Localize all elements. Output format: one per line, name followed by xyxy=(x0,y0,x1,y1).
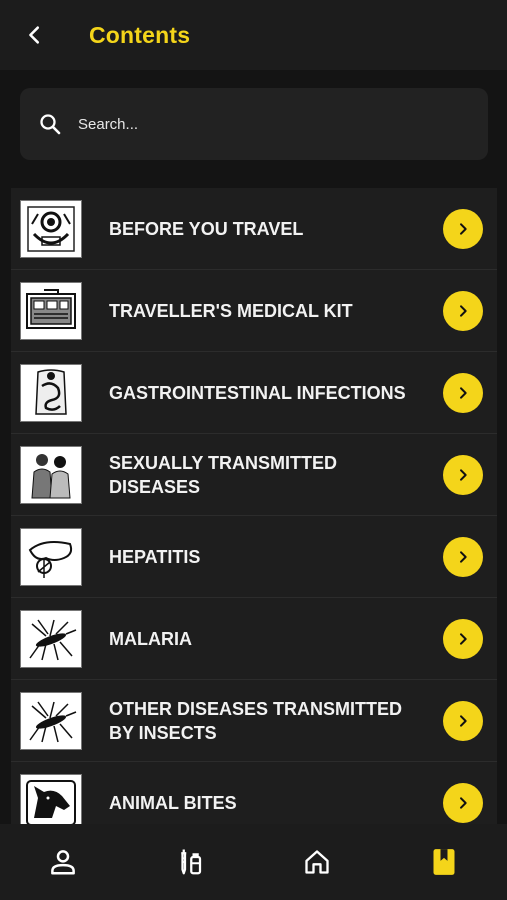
list-item[interactable]: BEFORE YOU TRAVEL xyxy=(11,188,497,270)
list-item[interactable]: OTHER DISEASES TRANSMITTED BY INSECTS xyxy=(11,680,497,762)
liver-icon xyxy=(20,527,82,586)
list-item-label: ANIMAL BITES xyxy=(109,792,237,813)
search-input[interactable] xyxy=(78,115,458,133)
list-item-label: HEPATITIS xyxy=(109,546,201,567)
chevron-right-icon[interactable] xyxy=(443,454,483,495)
list-item-label: BEFORE YOU TRAVEL xyxy=(109,218,304,239)
couple-icon xyxy=(20,445,82,504)
list-item-label: TRAVELLER'S MEDICAL KIT xyxy=(109,300,353,321)
search-bar[interactable] xyxy=(20,88,488,160)
page-title: Contents xyxy=(89,21,191,48)
stethoscope-icon xyxy=(20,199,82,258)
list-item[interactable]: SEXUALLY TRANSMITTED DISEASES xyxy=(11,434,497,516)
medical-kit-icon xyxy=(20,281,82,340)
list-item[interactable]: GASTROINTESTINAL INFECTIONS xyxy=(11,352,497,434)
dog-icon xyxy=(20,773,82,824)
list-item[interactable]: HEPATITIS xyxy=(11,516,497,598)
list-item-label: SEXUALLY TRANSMITTED DISEASES xyxy=(109,452,338,497)
nav-vaccines-button[interactable] xyxy=(160,832,220,892)
bookmark-book-icon xyxy=(433,849,455,875)
chevron-right-icon[interactable] xyxy=(443,208,483,249)
home-icon xyxy=(305,850,329,874)
search-icon xyxy=(38,112,62,136)
list-item-label: OTHER DISEASES TRANSMITTED BY INSECTS xyxy=(109,698,403,743)
nav-profile-button[interactable] xyxy=(33,832,93,892)
chevron-right-icon[interactable] xyxy=(443,700,483,741)
mosquito-icon xyxy=(20,691,82,750)
list-item[interactable]: ANIMAL BITES xyxy=(11,762,497,824)
chevron-right-icon[interactable] xyxy=(443,536,483,577)
chevron-right-icon[interactable] xyxy=(443,290,483,331)
nav-home-button[interactable] xyxy=(287,832,347,892)
list-item-label: GASTROINTESTINAL INFECTIONS xyxy=(109,382,406,403)
chevron-left-icon xyxy=(29,26,40,44)
app-bar: Contents xyxy=(0,0,507,70)
list-item[interactable]: MALARIA xyxy=(11,598,497,680)
stomach-icon xyxy=(20,363,82,422)
chevron-right-icon[interactable] xyxy=(443,618,483,659)
list-item-label: MALARIA xyxy=(109,628,192,649)
list-item[interactable]: TRAVELLER'S MEDICAL KIT xyxy=(11,270,497,352)
chevron-right-icon[interactable] xyxy=(443,372,483,413)
nav-contents-button[interactable] xyxy=(414,832,474,892)
syringe-vial-icon xyxy=(181,849,202,875)
bottom-nav xyxy=(0,824,507,900)
back-button[interactable] xyxy=(0,0,70,70)
person-icon xyxy=(51,850,76,875)
contents-list: BEFORE YOU TRAVEL TRAVELLER'S MEDICAL KI… xyxy=(11,188,497,824)
mosquito-icon xyxy=(20,609,82,668)
chevron-right-icon[interactable] xyxy=(443,782,483,823)
